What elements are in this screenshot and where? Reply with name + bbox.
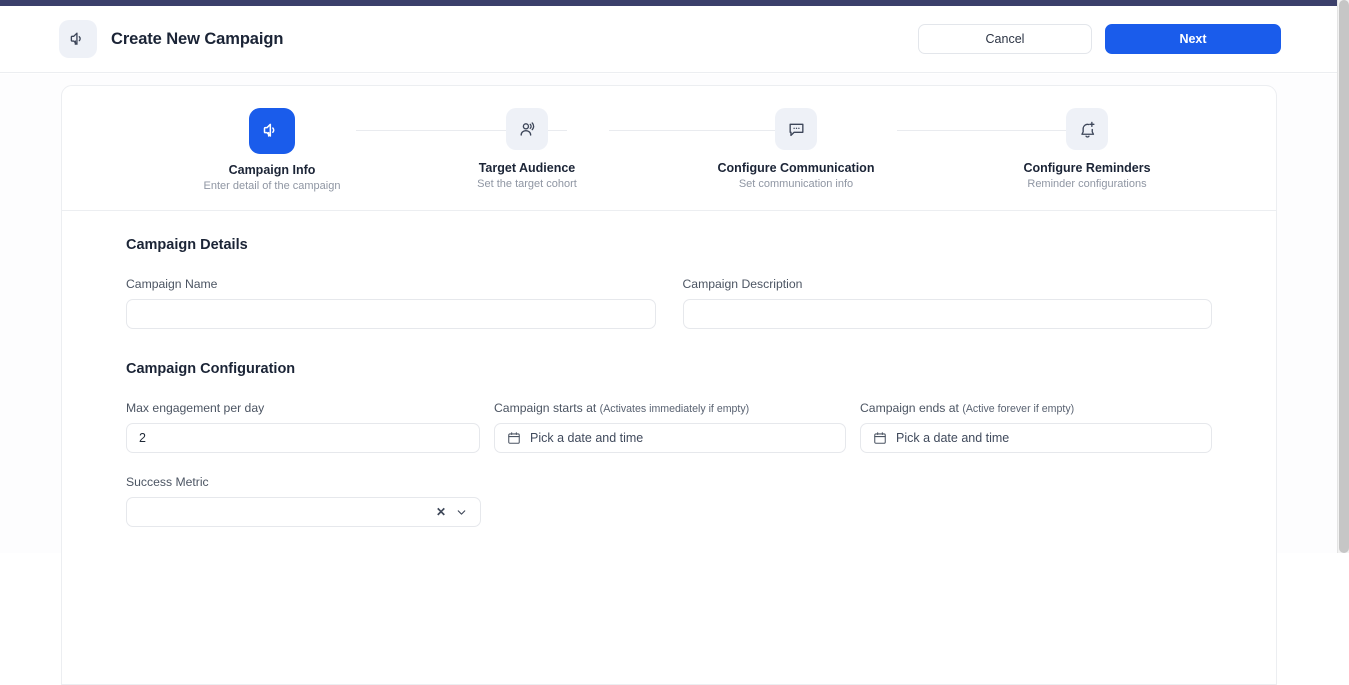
stepper-step-title: Target Audience [478,161,576,175]
campaign-form: Campaign Details Campaign Name Campaign … [62,211,1276,557]
next-button[interactable]: Next [1105,24,1281,54]
header-actions: Cancel Next [918,24,1281,54]
stepper-step-configure-communication[interactable]: Configure Communication Set communicatio… [686,108,906,190]
stepper: Campaign Info Enter detail of the campai… [62,86,1276,211]
megaphone-icon [59,20,97,58]
stepper-step-campaign-info[interactable]: Campaign Info Enter detail of the campai… [162,108,382,192]
stepper-step-subtitle: Reminder configurations [1027,178,1147,190]
max-engagement-label: Max engagement per day [126,401,265,415]
stepper-step-subtitle: Set communication info [738,178,854,190]
page-title: Create New Campaign [111,29,284,48]
stepper-connector-2 [609,130,796,131]
campaign-ends-at-placeholder: Pick a date and time [896,431,1010,445]
vertical-scrollbar[interactable] [1337,0,1349,553]
campaign-starts-at-picker[interactable]: Pick a date and time [494,423,846,453]
campaign-starts-at-label: Campaign starts at (Activates immediatel… [494,401,846,415]
chevron-down-icon[interactable] [455,506,468,519]
calendar-icon [873,431,887,445]
stepper-step-configure-reminders[interactable]: Configure Reminders Reminder configurati… [977,108,1197,190]
campaign-ends-at-field-group: Campaign ends at (Active forever if empt… [860,401,1212,453]
campaign-description-field-group: Campaign Description [682,277,1212,329]
starts-at-label-text: Campaign starts at [494,401,600,415]
campaign-description-input[interactable] [682,299,1212,329]
campaign-configuration-row: Max engagement per day Campaign starts a… [126,401,1212,453]
stepper-step-subtitle: Set the target cohort [477,178,577,190]
scrollbar-thumb[interactable] [1339,0,1349,553]
ends-at-label-text: Campaign ends at [860,401,963,415]
campaign-description-label: Campaign Description [682,277,803,291]
stepper-step-target-audience[interactable]: Target Audience Set the target cohort [417,108,637,190]
section-title-campaign-configuration: Campaign Configuration [126,361,296,377]
success-metric-field-group: Success Metric ✕ [126,475,481,527]
stepper-connector-3 [897,130,1088,131]
audience-icon [506,108,548,150]
max-engagement-input[interactable] [126,423,480,453]
campaign-starts-at-field-group: Campaign starts at (Activates immediatel… [494,401,846,453]
section-title-campaign-details: Campaign Details [126,237,248,253]
bell-plus-icon [1066,108,1108,150]
megaphone-icon [249,108,295,154]
stepper-step-subtitle: Enter detail of the campaign [203,180,341,192]
campaign-details-row: Campaign Name Campaign Description [126,277,1212,329]
chat-bubble-icon [775,108,817,150]
campaign-form-card: Campaign Info Enter detail of the campai… [61,85,1277,685]
campaign-ends-at-picker[interactable]: Pick a date and time [860,423,1212,453]
campaign-name-field-group: Campaign Name [126,277,656,329]
stepper-step-title: Configure Reminders [1023,161,1151,175]
campaign-ends-at-label: Campaign ends at (Active forever if empt… [860,401,1212,415]
starts-at-hint: (Activates immediately if empty) [599,403,750,415]
campaign-name-label: Campaign Name [126,277,218,291]
header-left-group: Create New Campaign [59,20,283,58]
page-body: Campaign Info Enter detail of the campai… [0,74,1337,685]
page-header: Create New Campaign Cancel Next [0,6,1337,73]
stepper-step-title: Configure Communication [717,161,875,175]
campaign-starts-at-placeholder: Pick a date and time [530,431,644,445]
max-engagement-field-group: Max engagement per day [126,401,480,453]
campaign-name-input[interactable] [126,299,656,329]
calendar-icon [507,431,521,445]
app-window: Create New Campaign Cancel Next Campaign… [0,0,1337,685]
cancel-button[interactable]: Cancel [918,24,1092,54]
success-metric-select[interactable]: ✕ [126,497,481,527]
clear-icon[interactable]: ✕ [436,506,446,518]
stepper-step-title: Campaign Info [228,163,316,177]
ends-at-hint: (Active forever if empty) [962,403,1075,415]
success-metric-label: Success Metric [126,475,209,489]
